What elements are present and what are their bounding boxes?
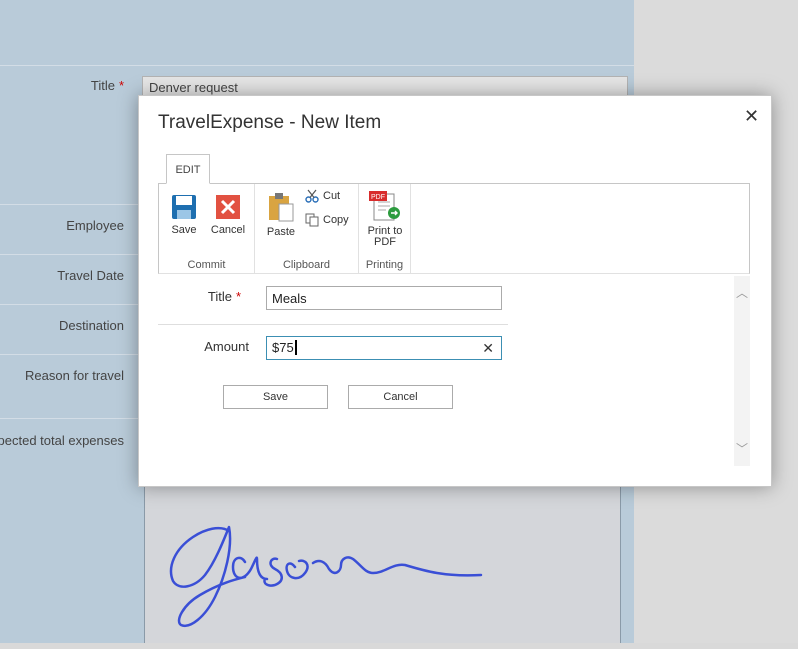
- ribbon: Save Cancel Commit Paste Cut Copy Clipbo…: [158, 183, 750, 274]
- background-title-label: Title *: [90, 78, 124, 93]
- close-icon[interactable]: ✕: [744, 106, 759, 127]
- background-employee-label: Employee: [66, 218, 124, 233]
- background-divider: [0, 65, 634, 66]
- dialog-title: TravelExpense - New Item: [158, 112, 382, 133]
- cancel-x-icon: [216, 195, 240, 219]
- title-input[interactable]: [266, 286, 502, 310]
- background-travel-date-label: Travel Date: [57, 268, 124, 283]
- copy-label: Copy: [323, 214, 349, 226]
- copy-icon: [305, 213, 319, 227]
- cancel-button[interactable]: Cancel: [348, 385, 453, 409]
- signature-drawing: [169, 525, 483, 628]
- amount-value: $75: [272, 340, 294, 355]
- signature-pad[interactable]: [144, 486, 621, 643]
- clear-input-icon[interactable]: ✕: [482, 340, 494, 357]
- amount-input[interactable]: $75 ✕: [266, 336, 502, 360]
- text-caret: [294, 340, 297, 355]
- print-label-line2: PDF: [374, 236, 396, 248]
- new-item-dialog: TravelExpense - New Item ✕ EDIT Save Can…: [138, 95, 772, 487]
- background-destination-label: Destination: [58, 318, 124, 333]
- ribbon-copy-button[interactable]: Copy: [305, 213, 349, 227]
- paste-clipboard-icon: [269, 193, 294, 222]
- scroll-up-icon[interactable]: ︿: [734, 284, 750, 301]
- ribbon-group-printing: PDF Print to PDF Printing: [359, 184, 411, 273]
- ribbon-group-clipboard: Paste Cut Copy Clipboard: [255, 184, 359, 273]
- scissors-icon: [305, 189, 319, 203]
- pdf-badge-text: PDF: [371, 194, 385, 201]
- tab-edit[interactable]: EDIT: [166, 154, 210, 184]
- field-divider: [158, 324, 508, 325]
- group-label-commit: Commit: [187, 259, 226, 271]
- floppy-disk-icon: [172, 195, 196, 219]
- dialog-scrollbar[interactable]: ︿ ﹀: [734, 276, 750, 466]
- ribbon-group-commit: Save Cancel Commit: [159, 184, 255, 273]
- cut-label: Cut: [323, 190, 341, 202]
- scroll-down-icon[interactable]: ﹀: [734, 440, 750, 457]
- group-label-clipboard: Clipboard: [282, 259, 331, 271]
- cancel-label: Cancel: [210, 224, 246, 236]
- ribbon-paste-button[interactable]: Paste: [263, 192, 299, 238]
- paste-label: Paste: [266, 226, 296, 238]
- group-label-printing: Printing: [365, 259, 404, 271]
- background-reason-label: Reason for travel: [25, 368, 124, 383]
- save-button[interactable]: Save: [223, 385, 328, 409]
- ribbon-print-to-pdf-button[interactable]: PDF Print to PDF: [361, 190, 409, 248]
- ribbon-cancel-button[interactable]: Cancel: [207, 194, 249, 236]
- background-expenses-label: pected total expenses: [0, 433, 124, 448]
- amount-field-label: Amount: [204, 339, 249, 354]
- print-to-pdf-icon: PDF: [369, 191, 400, 221]
- save-label: Save: [171, 224, 197, 236]
- title-field-label: Title *: [207, 289, 241, 304]
- ribbon-cut-button[interactable]: Cut: [305, 189, 340, 203]
- ribbon-save-button[interactable]: Save: [165, 194, 203, 236]
